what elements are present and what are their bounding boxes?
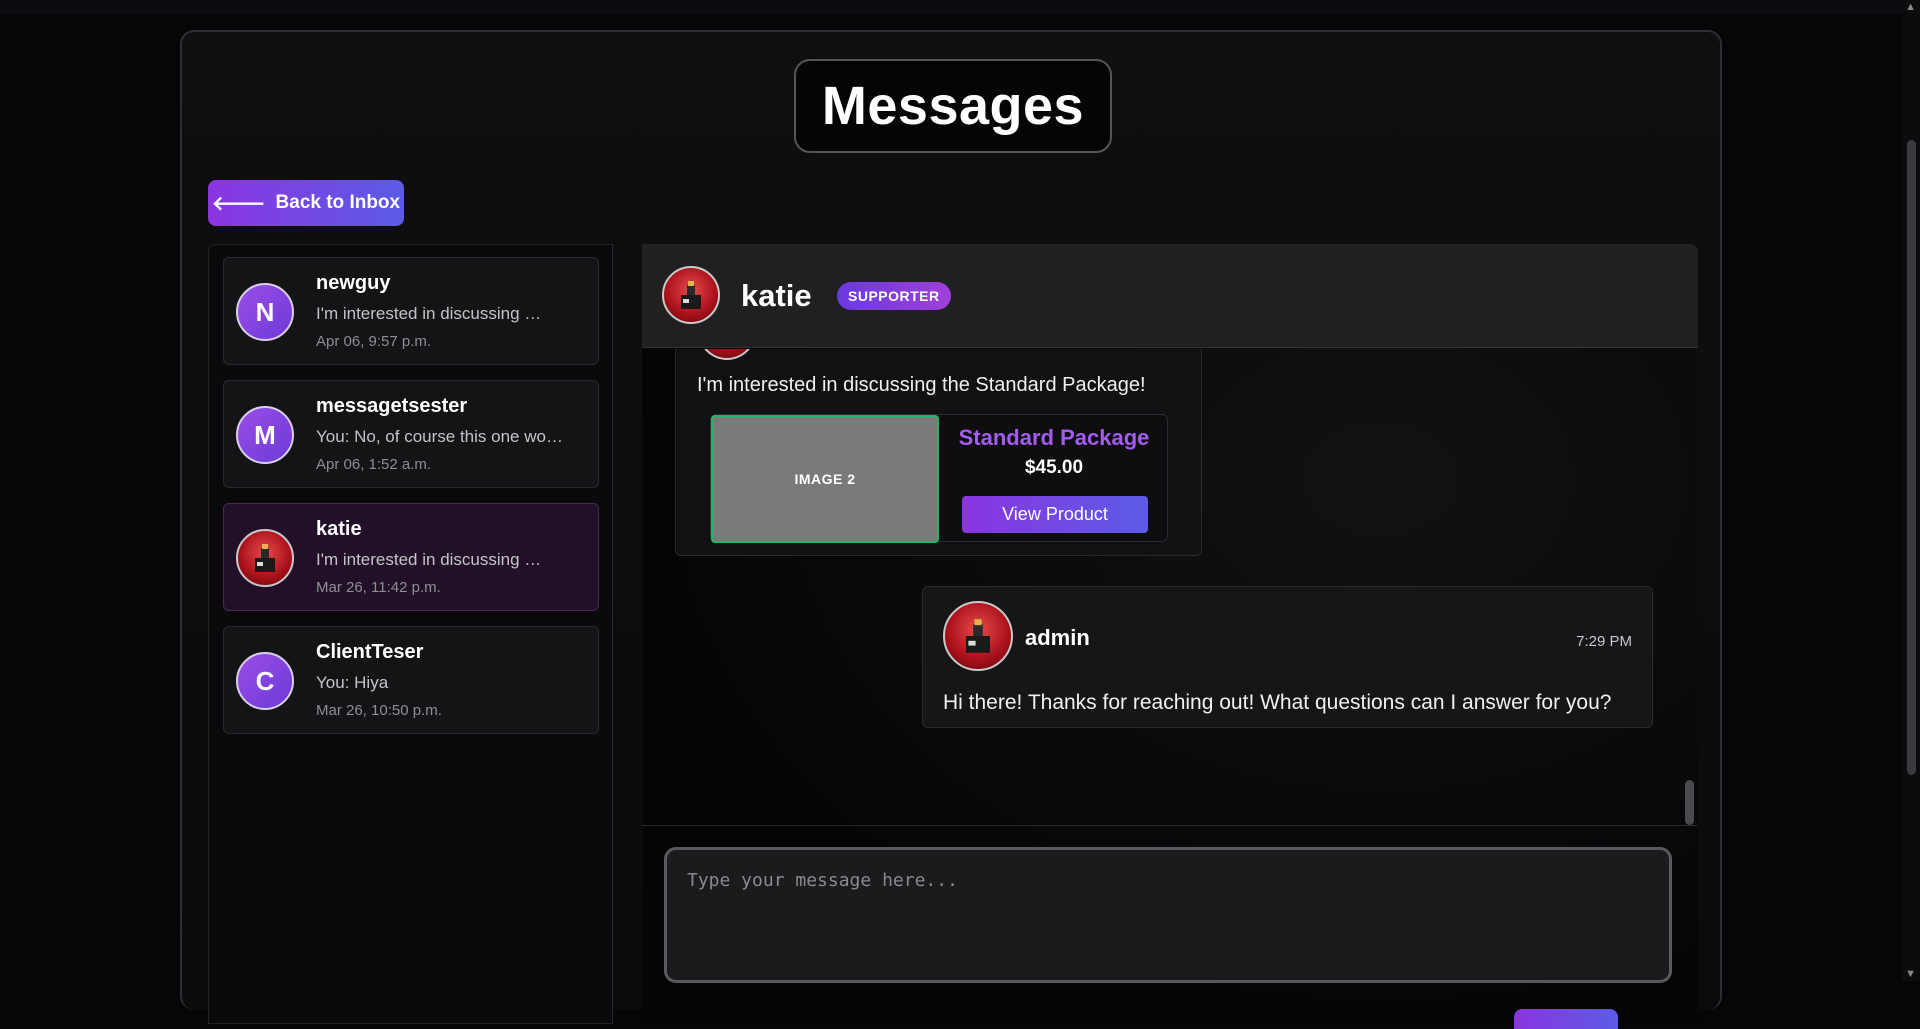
conversation-name: ClientTeser xyxy=(316,641,424,663)
conversation-name: katie xyxy=(316,518,362,540)
conversation-item-messagetsester[interactable]: M messagetsester You: No, of course this… xyxy=(223,380,599,488)
back-to-inbox-button[interactable]: 🡐 Back to Inbox xyxy=(208,180,404,226)
status-badge: SUPPORTER xyxy=(837,282,951,310)
scroll-down-icon[interactable]: ▼ xyxy=(1905,969,1916,980)
conversation-time: Apr 06, 1:52 a.m. xyxy=(316,456,432,473)
product-card: IMAGE 2 Standard Package $45.00 View Pro… xyxy=(710,414,1168,543)
avatar: C xyxy=(236,652,294,710)
contact-name: katie xyxy=(741,278,812,313)
back-to-inbox-label: Back to Inbox xyxy=(275,192,401,213)
conversation-name: newguy xyxy=(316,272,391,294)
conversation-preview: I'm interested in discussing … xyxy=(316,550,542,569)
messages-container: Messages 🡐 Back to Inbox N newguy I'm in… xyxy=(180,30,1722,1029)
chat-header: katie SUPPORTER xyxy=(642,244,1698,348)
conversation-item-clientteser[interactable]: C ClientTeser You: Hiya Mar 26, 10:50 p.… xyxy=(223,626,599,734)
scroll-up-icon[interactable]: ▲ xyxy=(1905,2,1916,13)
message-time: 7:29 PM xyxy=(1576,633,1632,650)
conversation-list: N newguy I'm interested in discussing … … xyxy=(208,244,613,1024)
avatar xyxy=(236,529,294,587)
message-list[interactable]: I'm interested in discussing the Standar… xyxy=(642,349,1682,791)
conversation-time: Apr 06, 9:57 p.m. xyxy=(316,333,432,350)
arrow-left-icon: 🡐 xyxy=(211,192,266,215)
pixel-figure-icon xyxy=(966,619,990,653)
page-title-box: Messages xyxy=(794,59,1112,153)
chat-scroll-thumb[interactable] xyxy=(1685,780,1694,825)
conversation-name: messagetsester xyxy=(316,395,468,417)
pixel-figure-icon xyxy=(681,281,701,309)
message-input[interactable] xyxy=(664,847,1672,983)
view-product-button[interactable]: View Product xyxy=(962,496,1148,533)
conversation-item-newguy[interactable]: N newguy I'm interested in discussing … … xyxy=(223,257,599,365)
conversation-time: Mar 26, 11:42 p.m. xyxy=(316,579,441,596)
sender-avatar xyxy=(698,349,756,360)
avatar: M xyxy=(236,406,294,464)
chat-panel: katie SUPPORTER I'm interested in discus… xyxy=(642,244,1698,1029)
product-name: Standard Package xyxy=(958,425,1150,450)
page-scroll-thumb[interactable] xyxy=(1907,140,1916,775)
product-image: IMAGE 2 xyxy=(711,415,939,543)
message-text: I'm interested in discussing the Standar… xyxy=(697,374,1146,396)
conversation-preview: I'm interested in discussing … xyxy=(316,304,542,323)
message-text: Hi there! Thanks for reaching out! What … xyxy=(943,691,1612,714)
conversation-preview: You: Hiya xyxy=(316,673,389,692)
message-bubble: admin 7:29 PM Hi there! Thanks for reach… xyxy=(922,586,1653,728)
avatar: N xyxy=(236,283,294,341)
browser-top-strip xyxy=(0,0,1902,14)
send-button[interactable] xyxy=(1514,1009,1618,1029)
conversation-item-katie[interactable]: katie I'm interested in discussing … Mar… xyxy=(223,503,599,611)
page-scrollbar[interactable]: ▲ ▼ xyxy=(1902,0,1920,981)
divider xyxy=(642,825,1698,826)
message-bubble: I'm interested in discussing the Standar… xyxy=(675,349,1202,556)
sender-name: admin xyxy=(1025,625,1090,650)
sender-avatar xyxy=(943,601,1013,671)
product-price: $45.00 xyxy=(1024,457,1084,478)
page-title: Messages xyxy=(821,76,1085,136)
conversation-preview: You: No, of course this one wo… xyxy=(316,427,563,446)
pixel-figure-icon xyxy=(255,544,275,572)
conversation-time: Mar 26, 10:50 p.m. xyxy=(316,702,442,719)
contact-avatar xyxy=(662,266,720,324)
